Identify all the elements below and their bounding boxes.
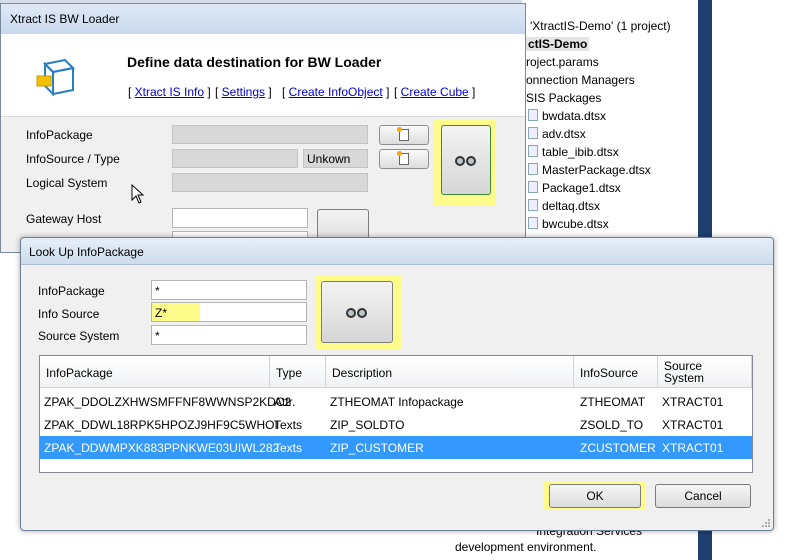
lookup-dialog-titlebar[interactable]: Look Up InfoPackage (21, 238, 773, 265)
link-settings-group: [ Settings ] (215, 85, 272, 99)
type-value: Unkown (307, 152, 351, 166)
new-document-icon (397, 127, 409, 141)
binoculars-icon (455, 154, 479, 168)
tree-item-project-params[interactable]: roject.params (526, 55, 599, 69)
link-xtract-info-group: [ Xtract IS Info ] (128, 85, 211, 99)
new-document-icon (397, 151, 409, 165)
lookup-infopackage-button[interactable] (441, 125, 491, 195)
lookup-source-system-label: Source System (38, 329, 120, 343)
lookup-infopackage-label: InfoPackage (38, 284, 105, 298)
mouse-cursor-icon (131, 184, 145, 204)
column-header-type[interactable]: Type (270, 356, 326, 388)
package-file-icon (528, 109, 538, 121)
column-header-description[interactable]: Description (326, 356, 574, 388)
lookup-dialog-title: Look Up InfoPackage (29, 245, 144, 259)
solution-title[interactable]: 'XtractIS-Demo' (1 project) (530, 19, 671, 33)
package-file-icon (528, 163, 538, 175)
link-create-infoobject[interactable]: Create InfoObject (289, 85, 383, 99)
cube-logo-icon (36, 58, 76, 97)
column-header-source-system[interactable]: Source System (658, 356, 752, 388)
tree-file-table-ibib[interactable]: table_ibib.dtsx (528, 145, 619, 159)
package-file-icon (528, 145, 538, 157)
link-create-cube-group: [ Create Cube ] (394, 85, 476, 99)
column-header-infosource[interactable]: InfoSource (574, 356, 658, 388)
tree-file-bwcube[interactable]: bwcube.dtsx (528, 217, 609, 231)
tree-item-ssis-packages[interactable]: SIS Packages (526, 91, 601, 105)
main-dialog-titlebar[interactable]: Xtract IS BW Loader (1, 4, 525, 35)
results-table: InfoPackage Type Description InfoSource … (39, 355, 753, 473)
column-header-infopackage[interactable]: InfoPackage (40, 356, 270, 388)
gateway-host-label: Gateway Host (26, 212, 102, 226)
lookup-infopackage-input[interactable]: * (151, 280, 307, 300)
tree-item-connection-managers[interactable]: onnection Managers (526, 73, 635, 87)
binoculars-icon (346, 306, 370, 320)
logical-system-field (172, 173, 368, 192)
package-file-icon (528, 199, 538, 211)
infopackage-label: InfoPackage (26, 128, 93, 142)
package-file-icon (528, 127, 538, 139)
dialog-header-band (1, 34, 525, 117)
table-row-selected[interactable]: ZPAK_DDWMPXK883PPNKWE03UIWL282 Texts ZIP… (40, 436, 752, 459)
lookup-infopackage-dialog: Look Up InfoPackage InfoPackage * Info S… (20, 237, 774, 531)
tree-file-adv[interactable]: adv.dtsx (528, 127, 586, 141)
logical-system-label: Logical System (26, 176, 108, 190)
package-file-icon (528, 217, 538, 229)
tree-file-masterpackage[interactable]: MasterPackage.dtsx (528, 163, 651, 177)
package-file-icon (528, 181, 538, 193)
dialog-heading: Define data destination for BW Loader (127, 54, 382, 70)
tree-file-deltaq[interactable]: deltaq.dtsx (528, 199, 600, 213)
project-node[interactable]: ctIS-Demo (526, 37, 590, 51)
table-row[interactable]: ZPAK_DDWL18RPK5HPOZJ9HF9C5WHOI Texts ZIP… (40, 413, 752, 436)
cancel-button[interactable]: Cancel (655, 484, 751, 508)
environment-text: development environment. (455, 540, 597, 554)
link-create-cube[interactable]: Create Cube (401, 85, 469, 99)
gateway-host-input[interactable] (172, 208, 308, 228)
lookup-infosource-input[interactable]: Z* (151, 302, 307, 322)
type-field: Unkown (303, 149, 368, 168)
infosource-type-label: InfoSource / Type (26, 152, 120, 166)
ok-button[interactable]: OK (549, 484, 641, 508)
new-infosource-button[interactable] (379, 149, 429, 169)
link-settings[interactable]: Settings (222, 85, 265, 99)
link-xtract-is-info[interactable]: Xtract IS Info (135, 85, 204, 99)
link-create-infoobject-group: [ Create InfoObject ] (282, 85, 390, 99)
infosource-field (172, 149, 298, 168)
tree-file-bwdata[interactable]: bwdata.dtsx (528, 109, 606, 123)
tree-file-package1[interactable]: Package1.dtsx (528, 181, 621, 195)
lookup-infosource-label: Info Source (38, 307, 100, 321)
main-dialog-title: Xtract IS BW Loader (10, 12, 120, 26)
bw-loader-dialog: Xtract IS BW Loader Define data destinat… (0, 3, 526, 254)
lookup-source-system-input[interactable]: * (151, 325, 307, 345)
resize-grip-icon[interactable] (761, 518, 771, 528)
infopackage-field (172, 125, 368, 144)
table-row[interactable]: ZPAK_DDOLZXHWSMFFNF8WWNSP2KDC2 Attr. ZTH… (40, 390, 752, 413)
lookup-search-button[interactable] (321, 281, 393, 343)
new-infopackage-button[interactable] (379, 125, 429, 145)
